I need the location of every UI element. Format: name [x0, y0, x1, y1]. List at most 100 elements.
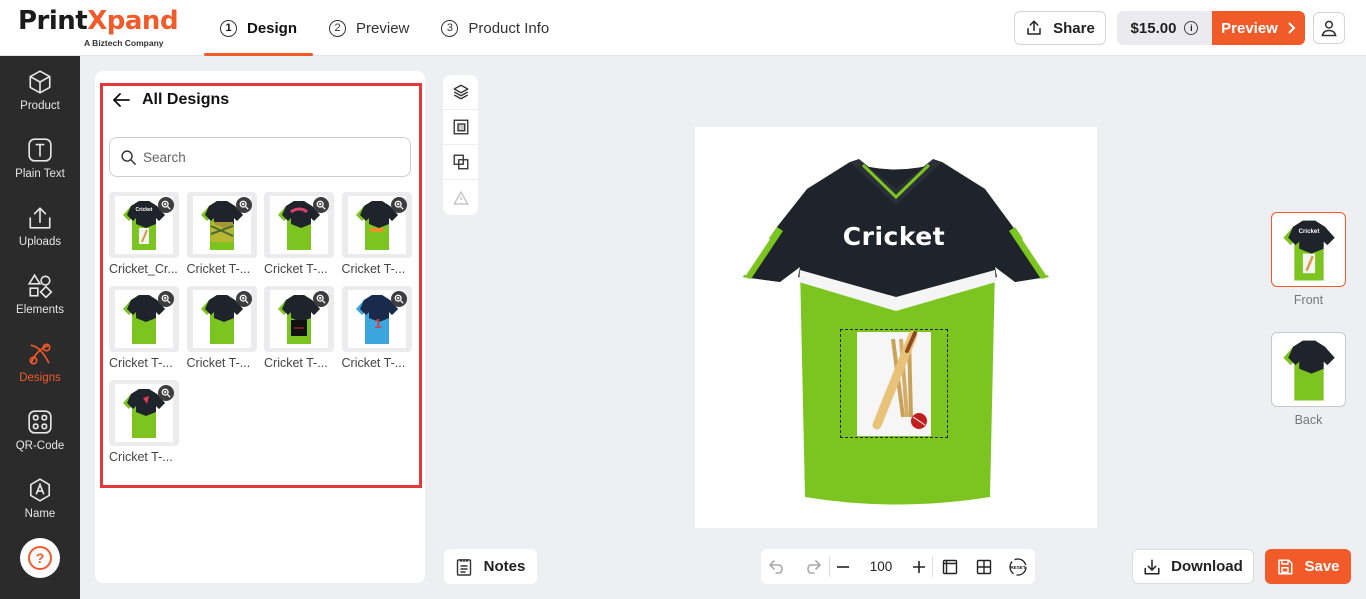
zoom-in-button[interactable]: [906, 549, 932, 584]
design-thumbnail: [109, 380, 179, 446]
share-button[interactable]: Share: [1014, 11, 1106, 45]
layers-icon: [453, 84, 468, 100]
sidebar-item-name[interactable]: Name: [0, 464, 80, 532]
back-arrow-icon[interactable]: [112, 92, 130, 108]
zoom-in-icon[interactable]: [235, 291, 252, 307]
text-design-box[interactable]: Cricket: [833, 209, 955, 263]
panel-header: All Designs: [112, 91, 229, 109]
notes-label: Notes: [483, 558, 526, 575]
design-label: Cricket T-...: [341, 356, 406, 370]
designs-panel: All Designs Cricket Cricket_Cr... Cri: [95, 71, 425, 583]
view-label: Back: [1294, 413, 1323, 427]
user-account-button[interactable]: [1313, 12, 1345, 44]
preview-label: Preview: [1221, 19, 1278, 37]
save-button[interactable]: Save: [1265, 549, 1351, 584]
sidebar-item-label: Uploads: [18, 235, 62, 248]
zoom-in-icon[interactable]: [313, 197, 329, 213]
printxpand-logo[interactable]: PrintXpand A Biztech Company: [18, 6, 179, 48]
undo-icon: [769, 559, 783, 574]
design-thumbnail: Cricket: [109, 192, 179, 258]
design-card[interactable]: Cricket T-...: [264, 192, 334, 286]
search-box[interactable]: [109, 137, 411, 177]
sidebar-item-uploads[interactable]: Uploads: [0, 192, 80, 260]
zoom-out-button[interactable]: [830, 549, 856, 584]
warning-button[interactable]: [443, 180, 478, 215]
zoom-in-icon[interactable]: [390, 291, 407, 307]
undo-button[interactable]: [761, 549, 795, 584]
reset-button[interactable]: RESET: [1001, 549, 1035, 584]
zoom-level[interactable]: 100: [856, 549, 906, 584]
shirt-text: Cricket: [842, 221, 946, 251]
view-front[interactable]: Cricket Front: [1271, 212, 1346, 307]
sidebar-item-label: Designs: [19, 371, 61, 384]
price-display[interactable]: $15.00 i: [1117, 11, 1212, 45]
zoom-in-icon[interactable]: [390, 197, 407, 213]
reset-text: RESET: [1010, 565, 1026, 570]
design-card[interactable]: Cricket T-...: [109, 380, 179, 474]
step-number: 3: [441, 19, 459, 37]
search-input[interactable]: [143, 149, 393, 165]
layers-button[interactable]: [443, 75, 478, 110]
preview-button[interactable]: Preview: [1212, 11, 1305, 45]
price-value: $15.00: [1130, 19, 1177, 37]
zoom-in-icon[interactable]: [235, 197, 252, 213]
tab-design[interactable]: 1 Design: [204, 0, 314, 56]
send-backward-button[interactable]: [443, 145, 478, 180]
design-card[interactable]: Cricket Cricket_Cr...: [109, 192, 179, 286]
design-thumbnail: 1: [341, 286, 412, 352]
design-card[interactable]: 1 Cricket T-...: [341, 286, 412, 380]
grid-button[interactable]: [967, 549, 1001, 584]
zoom-in-icon[interactable]: [158, 291, 174, 307]
design-card[interactable]: Cricket T-...: [186, 286, 257, 380]
design-thumbnail: [186, 192, 257, 258]
design-label: Cricket T-...: [264, 356, 328, 370]
sidebar-item-label: Product: [20, 99, 60, 112]
sidebar-item-elements[interactable]: Elements: [0, 260, 80, 328]
name-icon: [29, 477, 51, 502]
view-label: Front: [1293, 293, 1324, 307]
design-thumbnail: [341, 192, 412, 258]
designs-icon: [29, 342, 51, 365]
designs-grid: Cricket Cricket_Cr... Cricket T-... Cric…: [109, 192, 413, 474]
image-design-box[interactable]: [840, 329, 948, 438]
design-label: Cricket T-...: [186, 356, 251, 370]
fit-screen-button[interactable]: [933, 549, 967, 584]
tab-preview[interactable]: 2 Preview: [313, 0, 425, 56]
design-card[interactable]: Cricket T-...: [109, 286, 179, 380]
sidebar-item-plain-text[interactable]: Plain Text: [0, 124, 80, 192]
help-button[interactable]: ?: [20, 538, 60, 578]
sidebar-item-label: Plain Text: [15, 167, 65, 180]
bring-forward-button[interactable]: [443, 110, 478, 145]
step-tabs: 1 Design 2 Preview 3 Product Info: [204, 0, 565, 56]
download-button[interactable]: Download: [1132, 549, 1254, 584]
zoom-in-icon[interactable]: [158, 385, 174, 401]
sidebar-item-label: Elements: [16, 303, 64, 316]
design-card[interactable]: Cricket T-...: [341, 192, 412, 286]
notes-button[interactable]: Notes: [444, 549, 537, 584]
design-label: Cricket_Cr...: [109, 262, 178, 276]
bring-forward-icon: [453, 119, 468, 135]
zoom-in-icon[interactable]: [158, 197, 174, 213]
svg-text:Cricket: Cricket: [136, 207, 153, 213]
design-canvas[interactable]: Cricket: [695, 127, 1097, 528]
minus-icon: [837, 565, 849, 568]
design-card[interactable]: Cricket T-...: [186, 192, 257, 286]
shapes-icon: [27, 273, 53, 298]
logo-tagline: A Biztech Company: [84, 38, 164, 48]
view-back[interactable]: Back: [1271, 332, 1346, 427]
share-icon: [1027, 20, 1041, 35]
back-view-thumbnail: [1271, 332, 1346, 407]
sidebar-item-product[interactable]: Product: [0, 56, 80, 124]
redo-button[interactable]: [795, 549, 829, 584]
design-label: Cricket T-...: [264, 262, 328, 276]
info-icon[interactable]: i: [1184, 21, 1199, 35]
save-label: Save: [1304, 558, 1340, 575]
step-number: 2: [329, 19, 347, 37]
sidebar-item-designs[interactable]: Designs: [0, 328, 80, 396]
design-label: Cricket T-...: [186, 262, 251, 276]
design-card[interactable]: Cricket T-...: [264, 286, 334, 380]
sidebar-item-qr-code[interactable]: QR-Code: [0, 396, 80, 464]
chevron-right-icon: [1288, 22, 1296, 34]
tab-product-info[interactable]: 3 Product Info: [425, 0, 565, 56]
zoom-in-icon[interactable]: [313, 291, 329, 307]
